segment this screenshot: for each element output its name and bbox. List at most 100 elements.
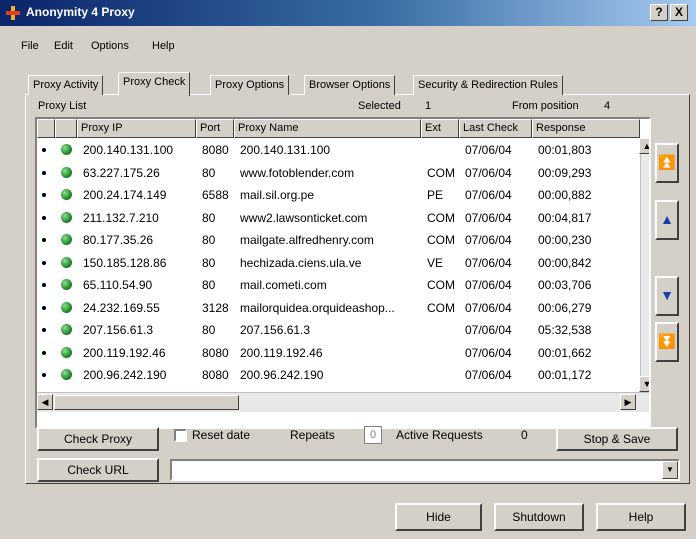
help-button[interactable]: Help bbox=[596, 503, 686, 531]
stop-save-button[interactable]: Stop & Save bbox=[556, 427, 678, 451]
tab-security-redirection-rules[interactable]: Security & Redirection Rules bbox=[413, 75, 564, 95]
proxy-list-title: Proxy List bbox=[38, 100, 87, 112]
cell-check: 07/06/04 bbox=[465, 345, 512, 360]
reset-date-label: Reset date bbox=[192, 428, 251, 442]
col-header-proxy-name[interactable]: Proxy Name bbox=[234, 119, 421, 138]
help-caption-button[interactable]: ? bbox=[650, 4, 668, 21]
table-row[interactable]: 200.140.131.100 8080 200.140.131.100 07/06/… bbox=[37, 140, 640, 161]
from-position-label: From position bbox=[512, 100, 579, 112]
table-row[interactable]: 207.156.61.3 80 207.156.61.3 07/06/04 05:32,… bbox=[37, 320, 640, 341]
cell-ext: COM bbox=[427, 165, 455, 180]
tab-proxy-options[interactable]: Proxy Options bbox=[210, 75, 290, 95]
table-row[interactable]: 80.177.35.26 80 mailgate.alfredhenry.com CO… bbox=[37, 230, 640, 251]
horizontal-scrollbar[interactable]: ◀ ▶ bbox=[37, 392, 649, 412]
window-title: Anonymity 4 Proxy bbox=[26, 5, 135, 19]
shutdown-button[interactable]: Shutdown bbox=[494, 503, 584, 531]
cell-check: 07/06/04 bbox=[465, 210, 512, 225]
menu-edit[interactable]: Edit bbox=[54, 40, 73, 52]
move-to-top-button[interactable]: ⏫ bbox=[655, 143, 679, 183]
scroll-right-icon[interactable]: ▶ bbox=[620, 394, 636, 410]
menu-options[interactable]: Options bbox=[91, 40, 129, 52]
status-ok-icon bbox=[61, 346, 72, 358]
cell-ip: 63.227.175.26 bbox=[83, 165, 160, 180]
col-header-response[interactable]: Response bbox=[532, 119, 640, 138]
row-marker-icon bbox=[42, 193, 46, 197]
vertical-scrollbar[interactable]: ▲ ▼ bbox=[639, 138, 649, 392]
cell-port: 8080 bbox=[202, 368, 229, 382]
cell-name: 207.156.61.3 bbox=[240, 323, 311, 337]
row-marker-icon bbox=[42, 215, 46, 220]
cell-port: 80 bbox=[202, 233, 216, 247]
row-marker-icon bbox=[42, 305, 46, 310]
tab-proxy-activity[interactable]: Proxy Activity bbox=[28, 75, 104, 95]
status-ok-icon bbox=[61, 369, 72, 380]
check-url-button[interactable]: Check URL bbox=[37, 458, 159, 482]
cell-port: 8080 bbox=[202, 345, 229, 360]
table-row[interactable]: 63.227.175.26 80 www.fotoblender.com COM 07/… bbox=[37, 163, 640, 184]
cell-port: 80 bbox=[202, 323, 216, 337]
horizontal-scroll-thumb[interactable] bbox=[54, 395, 239, 410]
hide-button[interactable]: Hide bbox=[395, 503, 482, 531]
table-row[interactable]: 24.232.169.55 3128 mailorquidea.orquideash… bbox=[37, 298, 640, 319]
table-row[interactable]: 200.96.242.190 8080 200.96.242.190 07/06/04… bbox=[37, 365, 640, 386]
row-marker-icon bbox=[42, 148, 46, 152]
scroll-down-icon[interactable]: ▼ bbox=[639, 376, 649, 392]
status-ok-icon bbox=[61, 279, 72, 290]
repeats-label: Repeats bbox=[290, 428, 335, 442]
col-header-port[interactable]: Port bbox=[196, 119, 234, 138]
cell-port: 8080 bbox=[202, 143, 229, 157]
table-row[interactable]: 200.24.174.149 6588 mail.sil.org.pe PE 07/06… bbox=[37, 185, 640, 206]
cell-resp: 00:00,882 bbox=[538, 188, 592, 202]
col-header-marker[interactable] bbox=[37, 119, 55, 138]
check-proxy-button[interactable]: Check Proxy bbox=[37, 427, 159, 451]
selected-count: 1 bbox=[425, 100, 432, 112]
col-header-ext[interactable]: Ext bbox=[421, 119, 459, 138]
status-ok-icon bbox=[61, 324, 72, 335]
cell-ext: COM bbox=[427, 233, 455, 247]
col-header-status[interactable] bbox=[55, 119, 77, 138]
cell-port: 80 bbox=[202, 255, 216, 270]
table-row[interactable]: 150.185.128.86 80 hechizada.ciens.ula.ve VE… bbox=[37, 253, 640, 274]
col-header-last-check[interactable]: Last Check bbox=[459, 119, 532, 138]
cell-ip: 200.140.131.100 bbox=[83, 143, 174, 157]
cell-ext: VE bbox=[427, 255, 444, 270]
row-marker-icon bbox=[42, 170, 46, 175]
move-down-button[interactable]: ▼ bbox=[655, 276, 679, 316]
row-marker-icon bbox=[42, 328, 46, 332]
cell-ext: COM bbox=[427, 210, 455, 225]
move-to-bottom-button[interactable]: ⏬ bbox=[655, 322, 679, 362]
chevron-down-icon[interactable]: ▼ bbox=[662, 461, 678, 479]
col-header-proxy-ip[interactable]: Proxy IP bbox=[77, 119, 196, 138]
cell-resp: 00:06,279 bbox=[538, 300, 592, 315]
table-row[interactable]: 200.119.192.46 8080 200.119.192.46 07/06/04… bbox=[37, 343, 640, 364]
scroll-up-icon[interactable]: ▲ bbox=[639, 138, 649, 154]
menu-help[interactable]: Help bbox=[152, 40, 175, 52]
cell-port: 80 bbox=[202, 278, 216, 292]
menu-file[interactable]: File bbox=[21, 40, 39, 52]
proxy-list-grid[interactable]: Proxy IP Port Proxy Name Ext Last Check … bbox=[35, 117, 651, 429]
cell-resp: 05:32,538 bbox=[538, 323, 592, 337]
status-ok-icon bbox=[61, 211, 72, 223]
url-combobox[interactable]: ▼ bbox=[170, 459, 680, 481]
row-marker-icon bbox=[42, 260, 46, 265]
reset-date-checkbox[interactable] bbox=[174, 429, 187, 442]
cell-check: 07/06/04 bbox=[465, 278, 512, 292]
row-marker-icon bbox=[42, 283, 46, 287]
tab-proxy-check[interactable]: Proxy Check bbox=[118, 72, 191, 96]
arrow-up-icon: ▲ bbox=[660, 211, 674, 227]
repeats-value: 0 bbox=[364, 426, 382, 444]
arrow-down-icon: ▼ bbox=[660, 287, 674, 303]
table-row[interactable]: 211.132.7.210 80 www2.lawsonticket.com COM 0… bbox=[37, 208, 640, 229]
status-ok-icon bbox=[61, 189, 72, 200]
scroll-left-icon[interactable]: ◀ bbox=[37, 394, 53, 410]
cell-ip: 150.185.128.86 bbox=[83, 255, 167, 270]
cell-check: 07/06/04 bbox=[465, 368, 512, 382]
cell-resp: 00:03,706 bbox=[538, 278, 592, 292]
cell-name: mail.cometi.com bbox=[240, 278, 327, 292]
close-button[interactable]: X bbox=[670, 4, 688, 21]
cell-name: 200.119.192.46 bbox=[240, 345, 323, 360]
table-row[interactable]: 65.110.54.90 80 mail.cometi.com COM 07/06/04… bbox=[37, 275, 640, 296]
move-up-button[interactable]: ▲ bbox=[655, 200, 679, 240]
cell-name: 200.96.242.190 bbox=[240, 368, 324, 382]
tab-browser-options[interactable]: Browser Options bbox=[304, 75, 396, 95]
